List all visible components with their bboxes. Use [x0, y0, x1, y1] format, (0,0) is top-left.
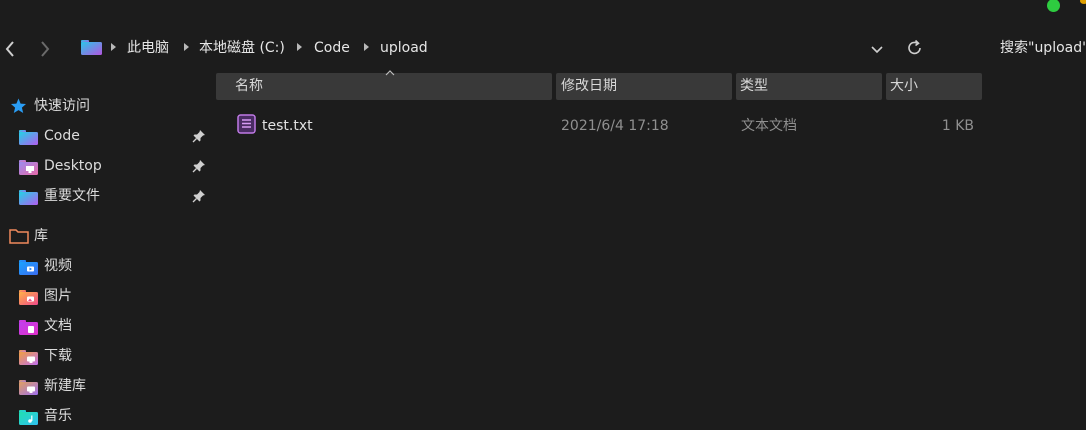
sidebar-item-quick-access[interactable]: 快速访问 [0, 92, 215, 120]
chevron-right-icon [41, 41, 50, 57]
library-folder-outline-icon [9, 229, 29, 244]
sidebar-label-pictures: 图片 [44, 288, 72, 304]
breadcrumb-separator [111, 43, 116, 51]
sidebar-label-new-library: 新建库 [44, 378, 86, 394]
music-folder-icon [19, 410, 38, 425]
sidebar-item-music[interactable]: 音乐 [0, 402, 215, 430]
folder-icon [19, 130, 38, 145]
breadcrumb [80, 36, 860, 60]
pin-icon[interactable] [192, 189, 206, 203]
pin-icon[interactable] [192, 129, 206, 143]
sidebar-label-videos: 视频 [44, 258, 72, 274]
refresh-icon [908, 39, 921, 55]
breadcrumb-item-upload[interactable]: upload [380, 38, 428, 58]
status-dot-secondary [1080, 0, 1086, 4]
search-input[interactable]: 搜索"upload" [1000, 37, 1086, 59]
text-file-icon [237, 114, 256, 134]
breadcrumb-separator [184, 43, 189, 51]
column-header-name-label: 名称 [235, 78, 263, 94]
sidebar-item-new-library[interactable]: 新建库 [0, 372, 215, 400]
sidebar-label-music: 音乐 [44, 408, 72, 424]
sidebar-item-documents[interactable]: 文档 [0, 312, 215, 340]
video-folder-icon [19, 260, 38, 275]
sidebar-label-library: 库 [34, 228, 48, 244]
chevron-left-icon [5, 41, 14, 57]
file-name: test.txt [262, 118, 313, 134]
sidebar-item-library[interactable]: 库 [0, 222, 215, 250]
history-dropdown-button[interactable] [868, 40, 886, 58]
file-modified: 2021/6/4 17:18 [561, 118, 669, 134]
breadcrumb-item-this-pc[interactable]: 此电脑 [127, 38, 169, 58]
breadcrumb-item-code[interactable]: Code [314, 38, 350, 58]
sidebar-label-documents: 文档 [44, 318, 72, 334]
column-header-name[interactable]: 名称 [216, 73, 552, 100]
column-header-type[interactable]: 类型 [736, 73, 882, 100]
sidebar-item-downloads[interactable]: 下载 [0, 342, 215, 370]
desktop-folder-icon [19, 160, 38, 175]
breadcrumb-separator [297, 43, 302, 51]
column-header-modified[interactable]: 修改日期 [556, 73, 732, 100]
file-size: 1 KB [941, 118, 974, 134]
refresh-button[interactable] [905, 38, 925, 58]
column-header-size-label: 大小 [890, 78, 918, 94]
column-header-size[interactable]: 大小 [886, 73, 982, 100]
back-button[interactable] [0, 38, 20, 60]
sidebar-label-quick-access: 快速访问 [34, 98, 90, 114]
sidebar-label-downloads: 下载 [44, 348, 72, 364]
breadcrumb-separator [364, 43, 369, 51]
sidebar-item-desktop[interactable]: Desktop [0, 152, 215, 180]
forward-button[interactable] [35, 38, 55, 60]
pin-icon[interactable] [192, 159, 206, 173]
computer-folder-icon [81, 40, 102, 55]
breadcrumb-item-local-disk[interactable]: 本地磁盘 (C:) [199, 38, 285, 58]
column-header-type-label: 类型 [740, 78, 768, 94]
sidebar-label-important-files: 重要文件 [44, 188, 100, 204]
sidebar-item-pictures[interactable]: 图片 [0, 282, 215, 310]
sidebar-item-videos[interactable]: 视频 [0, 252, 215, 280]
sort-ascending-icon [385, 70, 395, 76]
library-folder-icon [19, 380, 38, 395]
star-icon [11, 98, 26, 113]
search-placeholder: 搜索"upload" [1000, 40, 1086, 56]
file-type: 文本文档 [741, 118, 797, 134]
downloads-folder-icon [19, 350, 38, 365]
sidebar-item-code[interactable]: Code [0, 122, 215, 150]
status-dot [1047, 0, 1060, 12]
sidebar-item-important-files[interactable]: 重要文件 [0, 182, 215, 210]
folder-icon [19, 190, 38, 205]
documents-folder-icon [19, 320, 38, 335]
chevron-down-icon [871, 46, 883, 54]
pictures-folder-icon [19, 290, 38, 305]
sidebar-label-code: Code [44, 128, 80, 144]
column-header-modified-label: 修改日期 [561, 78, 617, 94]
sidebar-label-desktop: Desktop [44, 158, 102, 174]
